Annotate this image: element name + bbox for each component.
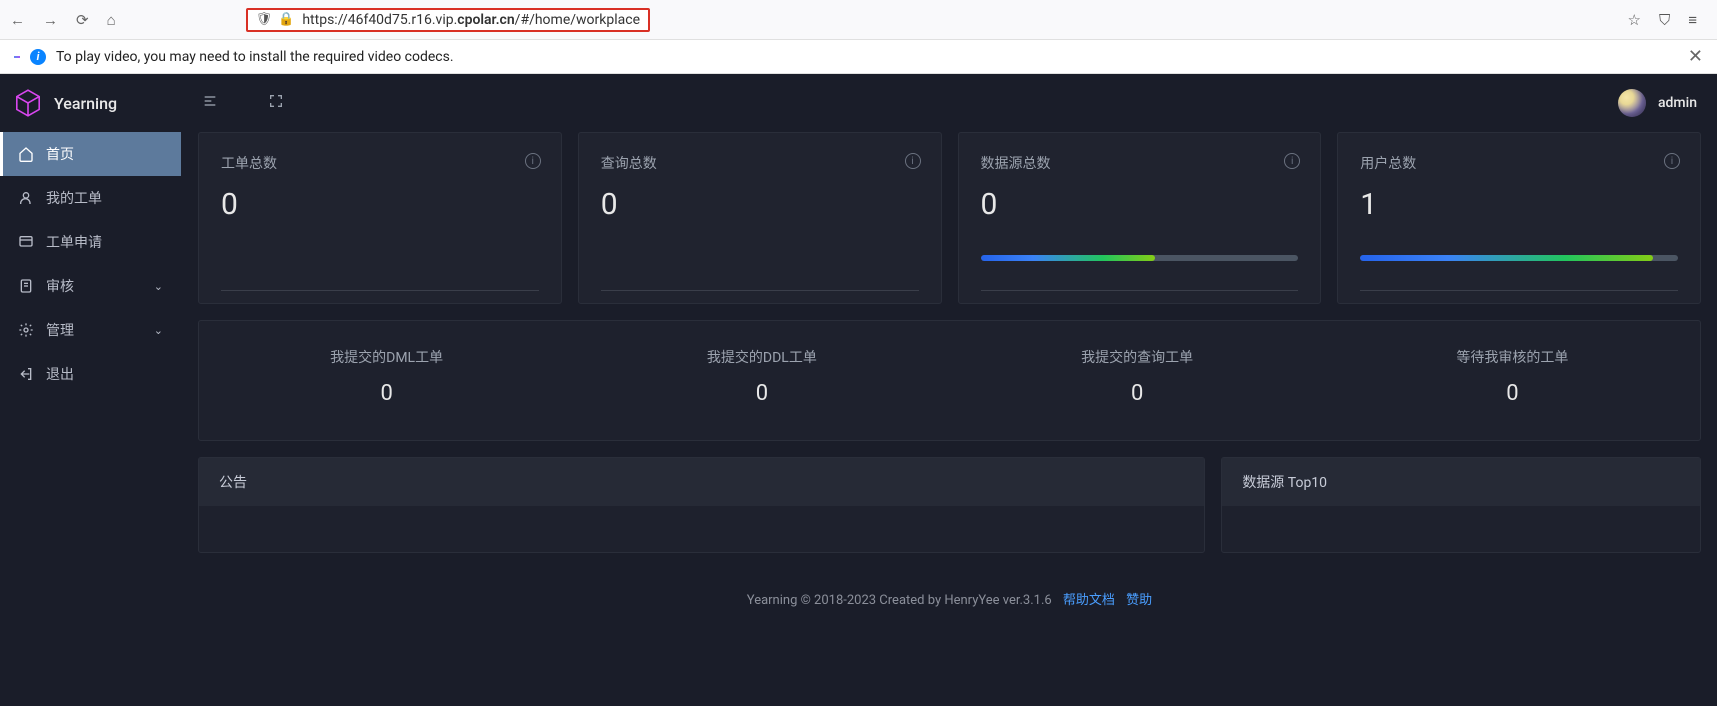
lock-icon: 🔒 xyxy=(278,12,294,27)
stat-title: 查询总数 xyxy=(601,153,919,173)
footer-link-sponsor[interactable]: 赞助 xyxy=(1126,593,1152,608)
stat-card-datasource-total: 数据源总数 i 0 xyxy=(958,132,1322,304)
panel-body xyxy=(199,506,1204,546)
panels-row: 公告 数据源 Top10 xyxy=(198,457,1701,553)
sidebar-item-label: 我的工单 xyxy=(46,188,102,208)
substat-label: 等待我审核的工单 xyxy=(1456,347,1568,367)
browser-toolbar: ← → ⟳ ⌂ 🛡 🔒 https://46f40d75.r16.vip.cpo… xyxy=(0,0,1717,40)
forward-button[interactable]: → xyxy=(43,11,58,29)
stat-value: 0 xyxy=(601,187,919,222)
back-button[interactable]: ← xyxy=(10,11,25,29)
info-icon[interactable]: i xyxy=(905,153,921,169)
username: admin xyxy=(1658,95,1697,111)
logo: Yearning xyxy=(0,74,181,132)
info-icon[interactable]: i xyxy=(525,153,541,169)
stats-row: 工单总数 i 0 查询总数 i 0 数据源总数 i 0 xyxy=(198,132,1701,304)
fullscreen-icon[interactable] xyxy=(268,93,284,113)
browser-nav-buttons: ← → ⟳ ⌂ xyxy=(10,11,116,29)
sidebar-item-order-apply[interactable]: 工单申请 xyxy=(0,220,181,264)
footer-link-docs[interactable]: 帮助文档 xyxy=(1063,593,1115,608)
user-icon xyxy=(18,190,34,206)
chevron-down-icon: ⌄ xyxy=(154,324,163,337)
stat-title: 用户总数 xyxy=(1360,153,1678,173)
substat-value: 0 xyxy=(756,381,768,406)
accent-stripe xyxy=(14,56,20,58)
sidebar-nav: 首页 我的工单 工单申请 审核 ⌄ 管理 ⌄ 退出 xyxy=(0,132,181,396)
sidebar-item-logout[interactable]: 退出 xyxy=(0,352,181,396)
terminal-icon xyxy=(18,234,34,250)
substat-ddl: 我提交的DDL工单 0 xyxy=(574,347,949,406)
sidebar-item-manage[interactable]: 管理 ⌄ xyxy=(0,308,181,352)
shield-icon: 🛡 xyxy=(256,12,273,27)
notification-bar: i To play video, you may need to install… xyxy=(0,40,1717,74)
substat-label: 我提交的DDL工单 xyxy=(707,347,817,367)
footer-text: Yearning © 2018-2023 Created by HenryYee… xyxy=(747,593,1052,608)
url-bar[interactable]: 🛡 🔒 https://46f40d75.r16.vip.cpolar.cn/#… xyxy=(246,8,650,32)
substat-value: 0 xyxy=(380,381,392,406)
collapse-sidebar-icon[interactable] xyxy=(202,93,218,113)
stat-title: 工单总数 xyxy=(221,153,539,173)
substat-label: 我提交的查询工单 xyxy=(1081,347,1193,367)
substat-value: 0 xyxy=(1131,381,1143,406)
topbar: admin xyxy=(182,74,1717,132)
sidebar-item-home[interactable]: 首页 xyxy=(0,132,181,176)
chevron-down-icon: ⌄ xyxy=(154,280,163,293)
close-icon[interactable]: ✕ xyxy=(1688,46,1703,67)
panel-title: 公告 xyxy=(199,458,1204,506)
logo-text: Yearning xyxy=(54,94,117,113)
stat-card-query-total: 查询总数 i 0 xyxy=(578,132,942,304)
reload-button[interactable]: ⟳ xyxy=(76,11,89,29)
substat-dml: 我提交的DML工单 0 xyxy=(199,347,574,406)
hamburger-menu-icon[interactable]: ≡ xyxy=(1688,11,1697,29)
user-menu[interactable]: admin xyxy=(1618,89,1697,117)
progress-bar xyxy=(981,255,1299,261)
sidebar-item-my-orders[interactable]: 我的工单 xyxy=(0,176,181,220)
sidebar-item-audit[interactable]: 审核 ⌄ xyxy=(0,264,181,308)
gear-icon xyxy=(18,322,34,338)
substat-query: 我提交的查询工单 0 xyxy=(950,347,1325,406)
footer: Yearning © 2018-2023 Created by HenryYee… xyxy=(198,569,1701,628)
avatar xyxy=(1618,89,1646,117)
url-text: https://46f40d75.r16.vip.cpolar.cn/#/hom… xyxy=(302,12,640,28)
info-icon: i xyxy=(30,49,46,65)
stat-value: 0 xyxy=(981,187,1299,222)
stat-card-user-total: 用户总数 i 1 xyxy=(1337,132,1701,304)
sidebar-item-label: 首页 xyxy=(46,144,74,164)
logo-cube-icon xyxy=(12,87,44,119)
stat-value: 0 xyxy=(221,187,539,222)
sidebar-item-label: 管理 xyxy=(46,320,74,340)
clipboard-icon xyxy=(18,278,34,294)
stat-card-orders-total: 工单总数 i 0 xyxy=(198,132,562,304)
sidebar-item-label: 工单申请 xyxy=(46,232,102,252)
home-button[interactable]: ⌂ xyxy=(107,11,116,29)
notification-text: To play video, you may need to install t… xyxy=(56,49,454,65)
sidebar-item-label: 审核 xyxy=(46,276,74,296)
stat-value: 1 xyxy=(1360,187,1678,222)
substat-value: 0 xyxy=(1506,381,1518,406)
main-area: admin 工单总数 i 0 查询总数 i 0 xyxy=(182,74,1717,704)
panel-top10: 数据源 Top10 xyxy=(1221,457,1701,553)
panel-body xyxy=(1222,506,1700,546)
bookmark-star-icon[interactable]: ☆ xyxy=(1628,11,1641,29)
sidebar: Yearning 首页 我的工单 工单申请 审核 ⌄ 管理 xyxy=(0,74,182,704)
sidebar-item-label: 退出 xyxy=(46,364,74,384)
progress-bar xyxy=(1360,255,1678,261)
panel-announce: 公告 xyxy=(198,457,1205,553)
pocket-icon[interactable]: ⛉ xyxy=(1659,11,1670,29)
substats-row: 我提交的DML工单 0 我提交的DDL工单 0 我提交的查询工单 0 等待我审核… xyxy=(198,320,1701,441)
panel-title: 数据源 Top10 xyxy=(1222,458,1700,506)
home-icon xyxy=(18,146,34,162)
info-icon[interactable]: i xyxy=(1664,153,1680,169)
substat-label: 我提交的DML工单 xyxy=(330,347,443,367)
stat-title: 数据源总数 xyxy=(981,153,1299,173)
logout-icon xyxy=(18,366,34,382)
substat-pending: 等待我审核的工单 0 xyxy=(1325,347,1700,406)
